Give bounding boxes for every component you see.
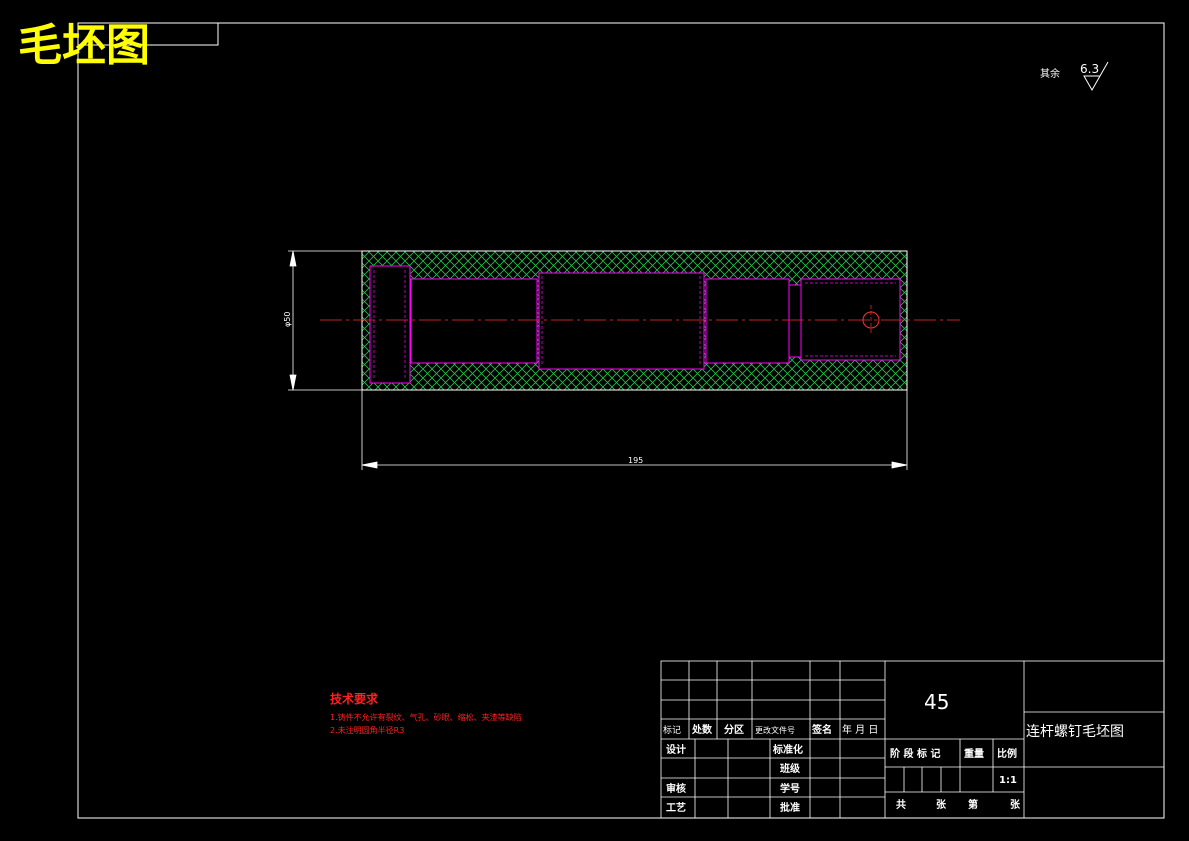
diameter-dimension-text: φ50 [283, 312, 292, 327]
sheet-no-label: 第 [968, 798, 978, 811]
part-name-text: 连杆螺钉毛坯图 [1026, 724, 1124, 740]
ratio-label: 比例 [997, 747, 1017, 760]
surface-finish-label: 其余 [1040, 67, 1060, 80]
material-text: 45 [924, 690, 949, 714]
diameter-dimension [288, 250, 362, 391]
revision-header: 更改文件号 [755, 725, 795, 735]
stage-mark-label: 阶 段 标 记 [890, 747, 940, 760]
student-id-label: 学号 [780, 782, 800, 795]
ratio-value: 1:1 [999, 775, 1017, 786]
sheet-unit2-label: 张 [1010, 798, 1021, 811]
sheets-total-label: 共 [896, 798, 906, 811]
revision-header: 年 月 日 [842, 723, 878, 736]
length-dimension-text: 195 [628, 456, 643, 465]
design-label: 设计 [666, 743, 686, 756]
revision-header: 处数 [691, 723, 713, 736]
review-label: 审核 [666, 782, 686, 795]
sheets-unit-label: 张 [936, 798, 947, 811]
drawing-border [77, 22, 1165, 819]
tech-req-item: 2.未注明圆角半径R3 [330, 725, 404, 735]
process-label: 工艺 [666, 801, 686, 814]
drawing-heading: 毛坯图 [18, 20, 150, 71]
tech-req-title: 技术要求 [330, 691, 379, 706]
revision-header: 签名 [811, 723, 832, 736]
tech-req-item: 1.铸件不允许有裂纹、气孔、砂眼、缩松、夹渣等缺陷 [330, 712, 522, 722]
surface-finish-value: 6.3 [1080, 62, 1099, 76]
standardization-label: 标准化 [772, 743, 803, 756]
drawing-sheet: 毛坯图 其余 6.3 φ50 195 技术要求 1.铸件不允许有裂纹、气孔、砂眼… [18, 20, 1165, 819]
weight-label: 重量 [964, 747, 984, 760]
class-label: 班级 [780, 762, 801, 775]
revision-header: 标记 [663, 724, 681, 736]
approval-label: 批准 [780, 801, 800, 814]
revision-header: 分区 [724, 723, 744, 736]
